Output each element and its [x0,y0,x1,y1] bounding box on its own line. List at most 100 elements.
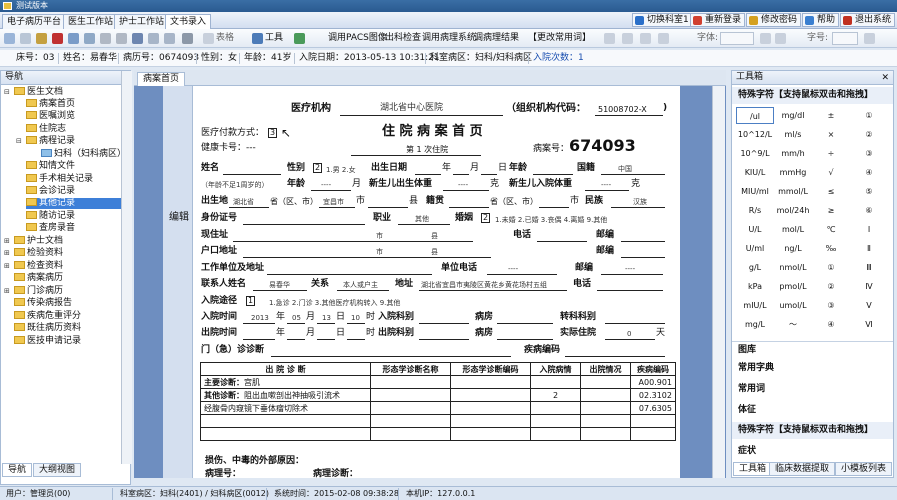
dx-cell[interactable]: 主要诊断：宫肌 [200,375,371,389]
discharge-cond-cell[interactable] [580,388,631,402]
org-value[interactable]: 湖北省中心医院 [380,103,443,114]
section-gallery[interactable]: 图库 [732,341,893,358]
morph-name-cell[interactable] [370,375,451,389]
special-char-cell[interactable]: umol/L [774,297,812,314]
size-select[interactable] [832,32,858,45]
discharge-check-link[interactable]: 出科检查 [385,33,421,44]
edit-icon[interactable] [20,33,31,44]
special-char-cell[interactable]: mol/24h [774,202,812,219]
morph-code-cell[interactable] [450,401,531,415]
special-chars-title[interactable]: 特殊字符【支持鼠标双击和拖拽】 [732,87,893,104]
tab-nav[interactable]: 导航 [2,463,33,477]
code-cell[interactable]: 02.3102 [630,388,676,402]
tab-toolbox[interactable]: 工具箱 [733,462,773,476]
new-doc-icon[interactable] [4,33,15,44]
sex-value[interactable]: 2 [313,163,322,173]
special-char-cell[interactable]: ÷ [812,145,850,162]
format-icon-2[interactable] [622,33,633,44]
section-dictionary[interactable]: 常用字典 [732,360,893,377]
nav-scrollbar[interactable] [121,71,132,464]
tree-critical-score[interactable]: 疾病危重评分 [14,311,81,322]
special-char-cell[interactable]: U/ml [736,240,774,257]
document-scrollbar[interactable] [712,86,725,478]
special-char-cell[interactable]: ⑤ [850,183,888,200]
help-button[interactable]: 帮助 [802,13,840,27]
special-char-cell[interactable]: ③ [812,297,850,314]
tree-outpatient[interactable]: 门诊病历 [14,286,63,297]
tree-case-home[interactable]: 病案首页 [26,99,75,110]
tab-outline[interactable]: 大纲视图 [33,463,82,477]
edit-strip[interactable]: 编辑 [163,86,193,478]
special-char-cell[interactable]: ng/L [774,240,812,257]
tab-document-entry[interactable]: 文书录入 [165,14,212,29]
pay-value[interactable]: 3 [268,128,277,138]
table-row[interactable] [200,427,676,441]
discharge-cond-cell[interactable] [580,375,631,389]
special-char-cell[interactable]: R/s [736,202,774,219]
tree-lab[interactable]: 检验资料 [14,248,63,259]
tab-doctor-station[interactable]: 医生工作站 [63,14,119,29]
special-char-cell[interactable]: ① [850,107,888,124]
route-value[interactable]: 1 [246,296,255,306]
format-icon-4[interactable] [658,33,669,44]
admit-cond-cell[interactable]: 2 [530,388,581,402]
special-char-cell[interactable]: Ⅰ [850,221,888,238]
special-char-cell[interactable]: /ul [736,107,774,124]
special-char-cell[interactable]: Ⅵ [850,316,888,333]
special-char-cell[interactable]: mmHg [774,164,812,181]
special-char-cell[interactable]: KIU/L [736,164,774,181]
morph-code-cell[interactable] [450,375,531,389]
special-char-cell[interactable]: ② [850,126,888,143]
table-row[interactable] [200,414,676,428]
section-common-words[interactable]: 常用词 [732,381,893,398]
pacs-link[interactable]: 调用PACS图像 [328,33,387,44]
special-char-cell[interactable]: mmol/L [774,183,812,200]
align-icon[interactable] [864,33,875,44]
special-char-cell[interactable]: ‰ [812,240,850,257]
special-char-cell[interactable]: ± [812,107,850,124]
special-char-cell[interactable]: √ [812,164,850,181]
code-cell[interactable]: A00.901 [630,375,676,389]
tree-consult[interactable]: 会诊记录 [26,186,75,197]
tree-infectious[interactable]: 传染病报告 [14,298,72,309]
bold-icon[interactable] [760,33,771,44]
switch-dept-button[interactable]: 切换科室1 [632,13,693,27]
dx-cell[interactable]: 经腹骨内窥镜下垂体瘤切除术 [200,401,371,415]
special-char-cell[interactable]: pmol/L [774,278,812,295]
tools-icon[interactable] [252,33,263,44]
undo-icon[interactable] [100,33,111,44]
tools-menu[interactable]: 工具 [265,33,283,44]
special-char-cell[interactable]: nmol/L [774,259,812,276]
redo-icon[interactable] [116,33,127,44]
special-char-cell[interactable]: ≥ [812,202,850,219]
table-row[interactable]: 经腹骨内窥镜下垂体瘤切除术 07.6305 [200,401,676,415]
special-char-cell[interactable]: 10^12/L [736,126,774,143]
format-icon-1[interactable] [604,33,615,44]
tab-nurse-station[interactable]: 护士工作站 [114,14,170,29]
special-char-cell[interactable]: ⑥ [850,202,888,219]
table-menu[interactable]: 表格 [216,33,234,44]
special-char-cell[interactable]: mol/L [774,221,812,238]
special-char-cell[interactable]: 10^9/L [736,145,774,162]
special-char-cell[interactable]: Ⅴ [850,297,888,314]
save-icon[interactable] [132,33,143,44]
exit-button[interactable]: 退出系统 [840,13,896,27]
tree-admission-notes[interactable]: 住院志 [26,124,66,135]
table-icon[interactable] [203,33,214,44]
section-vitals[interactable]: 体征 [732,402,893,419]
paste-icon[interactable] [84,33,95,44]
special-char-cell[interactable]: × [812,126,850,143]
open-icon[interactable] [36,33,47,44]
special-char-cell[interactable]: mm/h [774,145,812,162]
pathology-system-link[interactable]: 调用病理系统 [422,33,476,44]
special-char-cell[interactable]: kPa [736,278,774,295]
format-icon-3[interactable] [640,33,651,44]
marry-value[interactable]: 2 [481,213,490,223]
special-char-cell[interactable]: MIU/ml [736,183,774,200]
tree-ward-audio[interactable]: 查房录音 [26,223,75,234]
close-icon[interactable]: ✕ [881,73,889,83]
dx-cell[interactable]: 其他诊断：阻出血嗽剖出神抽吸引流术 [200,388,371,402]
document-page[interactable]: 医疗机构 湖北省中心医院 （组织机构代码： 51008702-X ) 医疗付款方… [193,86,680,478]
table-row[interactable]: 主要诊断：宫肌 A00.901 [200,375,676,389]
table-row[interactable]: 其他诊断：阻出血嗽剖出神抽吸引流术 2 02.3102 [200,388,676,402]
